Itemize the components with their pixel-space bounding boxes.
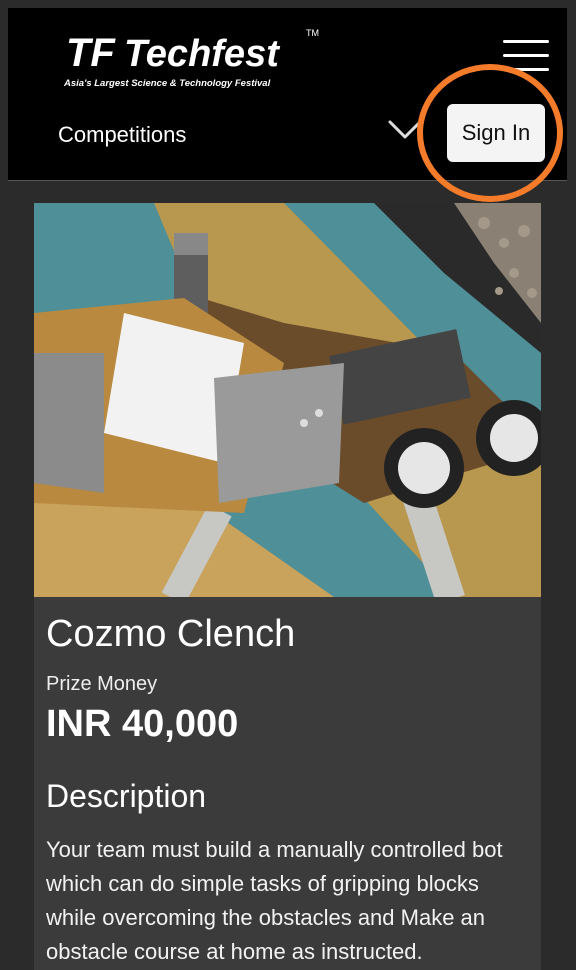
logo-text: Techfest xyxy=(124,33,280,75)
top-navigation-bar: TF Techfest TM Asia's Largest Science & … xyxy=(8,8,567,181)
competition-image xyxy=(34,203,541,597)
logo-mark: TF xyxy=(66,31,116,75)
description-heading: Description xyxy=(46,778,207,814)
svg-text:TM: TM xyxy=(306,28,319,38)
competition-card: Cozmo Clench Prize Money INR 40,000 Desc… xyxy=(34,203,541,970)
description-text: Your team must build a manually controll… xyxy=(46,837,503,964)
hamburger-menu-icon[interactable] xyxy=(503,36,549,76)
sign-in-button[interactable]: Sign In xyxy=(447,104,545,162)
techfest-logo[interactable]: TF Techfest TM Asia's Largest Science & … xyxy=(62,22,332,92)
competition-title: Cozmo Clench xyxy=(46,613,296,655)
chevron-down-icon[interactable] xyxy=(388,118,422,142)
nav-competitions-label[interactable]: Competitions xyxy=(58,122,186,148)
prize-money-label: Prize Money xyxy=(46,673,158,695)
logo-tagline: Asia's Largest Science & Technology Fest… xyxy=(63,78,271,89)
prize-money-value: INR 40,000 xyxy=(46,703,239,745)
